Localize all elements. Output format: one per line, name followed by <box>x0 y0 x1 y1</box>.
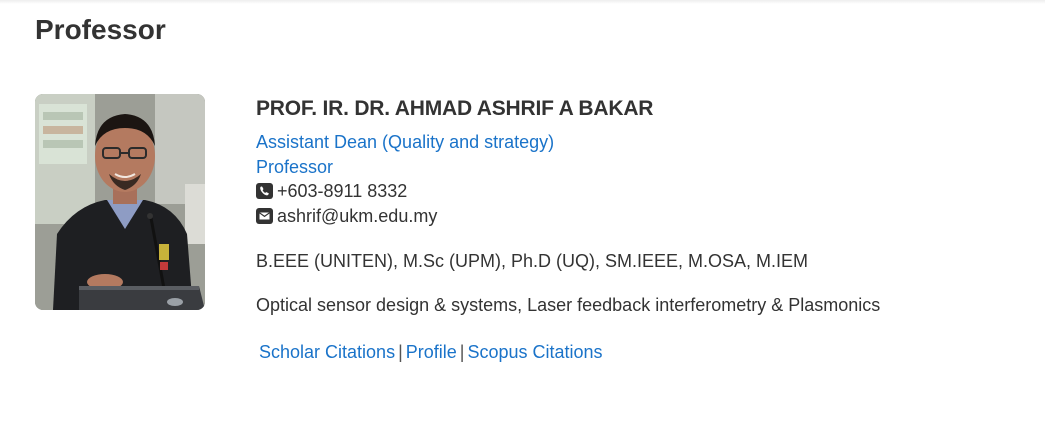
profile-link[interactable]: Profile <box>406 342 457 362</box>
qualifications: B.EEE (UNITEN), M.Sc (UPM), Ph.D (UQ), S… <box>256 251 809 271</box>
envelope-square-icon <box>256 207 273 224</box>
phone-row: +603-8911 8332 <box>256 179 1016 204</box>
scopus-citations-link[interactable]: Scopus Citations <box>467 342 602 362</box>
top-divider <box>0 0 1045 4</box>
scholar-citations-link[interactable]: Scholar Citations <box>259 342 395 362</box>
profile-photo <box>35 94 205 310</box>
email-address[interactable]: ashrif@ukm.edu.my <box>277 204 437 229</box>
email-row: ashrif@ukm.edu.my <box>256 204 1016 229</box>
link-separator: | <box>459 342 465 362</box>
profile-info: PROF. IR. DR. AHMAD ASHRIF A BAKAR Assis… <box>256 94 1016 364</box>
role-assistant-dean[interactable]: Assistant Dean (Quality and strategy) <box>256 130 1016 155</box>
phone-number: +603-8911 8332 <box>277 181 408 201</box>
research-interests: Optical sensor design & systems, Laser f… <box>256 295 881 315</box>
citation-links: Scholar Citations | Profile | Scopus Citatio… <box>256 340 1016 364</box>
phone-square-icon <box>256 183 273 200</box>
section-title: Professor <box>35 14 166 45</box>
role-professor[interactable]: Professor <box>256 155 1016 180</box>
profile-name: PROF. IR. DR. AHMAD ASHRIF A BAKAR <box>256 97 654 120</box>
link-separator: | <box>398 342 403 362</box>
